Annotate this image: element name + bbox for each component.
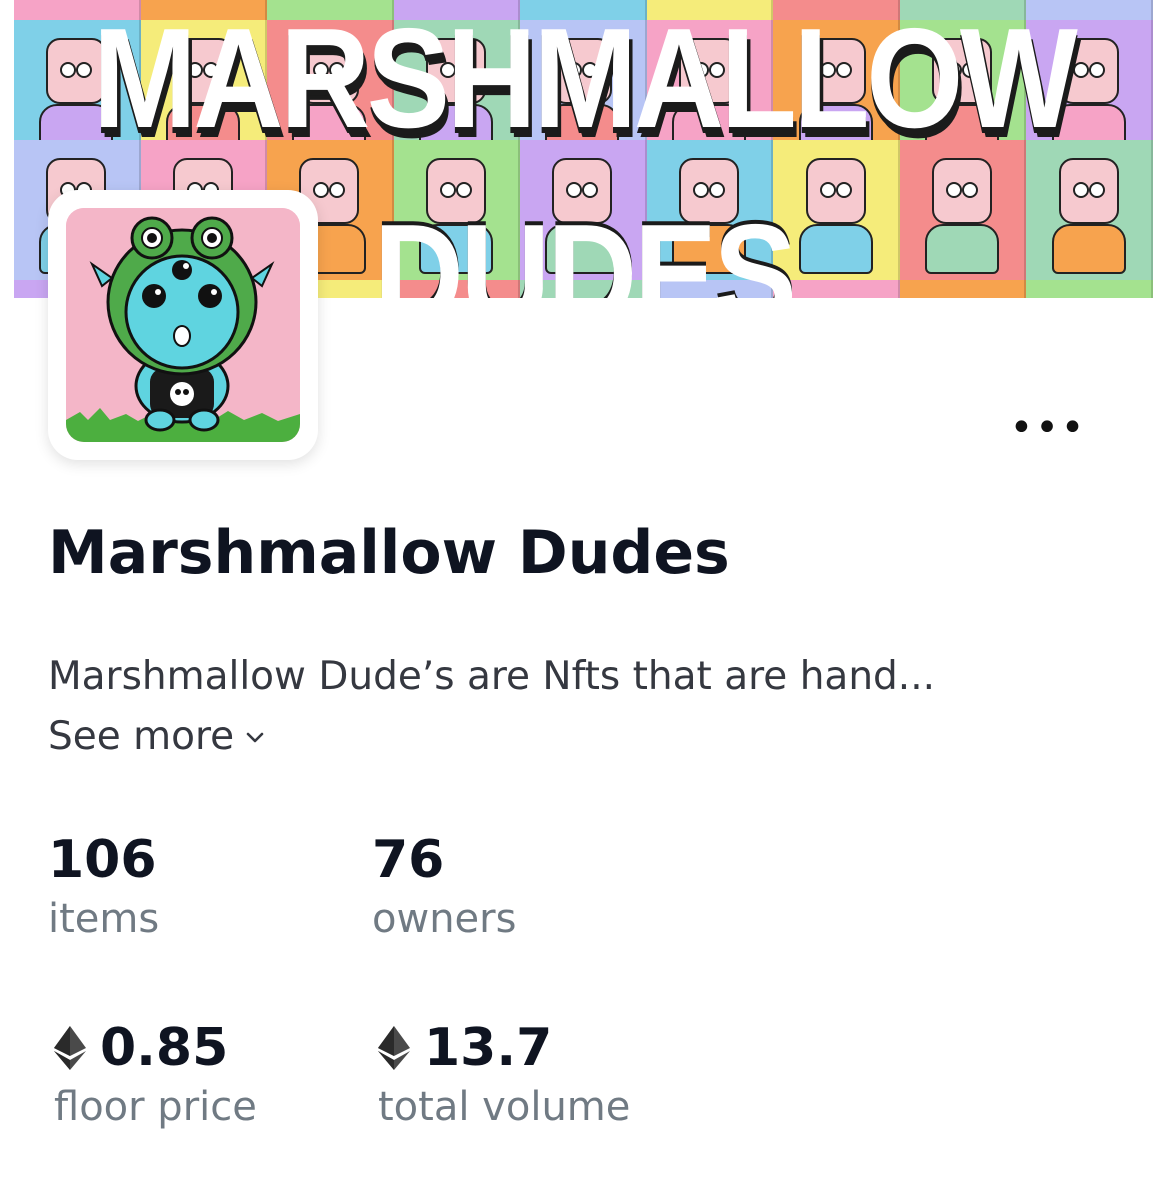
stat-items-value: 106 (48, 830, 157, 890)
see-more-button[interactable]: See more (48, 714, 266, 759)
stat-floor-price-label: floor price (54, 1084, 257, 1130)
stat-total-volume[interactable]: 13.7 total volume (378, 1018, 630, 1130)
stat-floor-price-value: 0.85 (100, 1018, 229, 1078)
collection-avatar (48, 190, 318, 460)
banner-title-line-1: MARSHMALLOW (92, 0, 1078, 158)
collection-page: MARSHMALLOW DUDES ••• Marshmallow Dudes … (0, 0, 1167, 1200)
frog-hat-character-illustration (66, 208, 300, 442)
collection-description: Marshmallow Dude’s are Nfts that are han… (48, 654, 935, 699)
ethereum-icon (378, 1026, 410, 1070)
collection-title: Marshmallow Dudes (48, 518, 730, 588)
chevron-down-icon (246, 732, 264, 742)
stat-owners-value: 76 (372, 830, 445, 890)
stat-owners-label: owners (372, 896, 517, 942)
stat-items[interactable]: 106 items (48, 830, 159, 942)
stat-total-volume-label: total volume (378, 1084, 631, 1130)
stat-owners[interactable]: 76 owners (372, 830, 516, 942)
avatar-image (66, 208, 300, 442)
more-horizontal-icon: ••• (1009, 405, 1087, 451)
stat-items-label: items (48, 896, 160, 942)
more-options-button[interactable]: ••• (1010, 408, 1085, 448)
stat-total-volume-value: 13.7 (424, 1018, 553, 1078)
see-more-label: See more (48, 714, 235, 759)
stat-floor-price[interactable]: 0.85 floor price (54, 1018, 257, 1130)
ethereum-icon (54, 1026, 86, 1070)
